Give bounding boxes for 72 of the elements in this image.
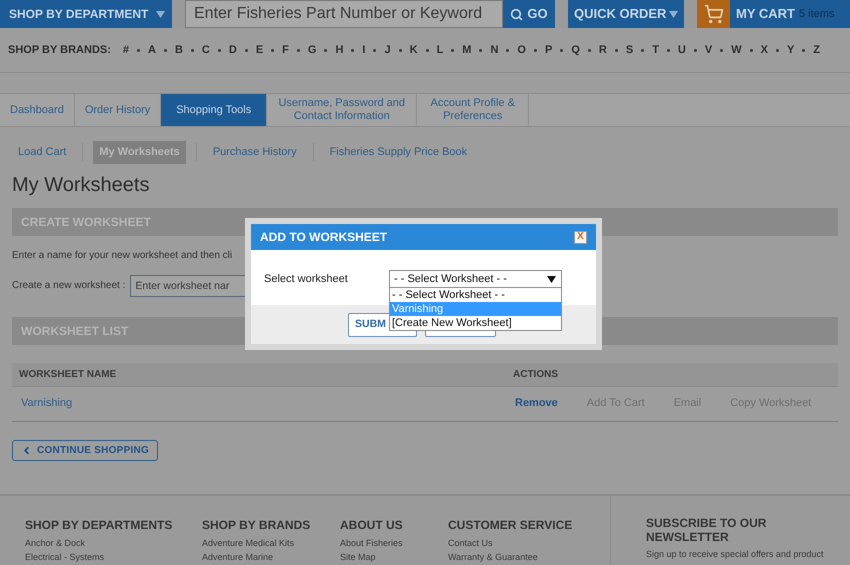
cart-icon: [697, 0, 730, 28]
cart-button[interactable]: MY CART 5 items: [697, 0, 850, 28]
account-tab[interactable]: Shopping Tools: [161, 94, 268, 126]
dropdown-option[interactable]: Varnishing: [390, 302, 561, 316]
department-menu[interactable]: SHOP BY DEPARTMENT: [0, 0, 172, 28]
brand-letter-link[interactable]: V: [702, 42, 714, 58]
search-icon: [510, 8, 524, 20]
account-tab[interactable]: Account Profile & Preferences: [417, 94, 530, 126]
brand-letter-link[interactable]: G: [306, 42, 318, 58]
brand-letter-link[interactable]: S: [624, 42, 636, 58]
field-label: Create a new worksheet :: [12, 279, 126, 293]
brand-letter-link[interactable]: P: [542, 42, 554, 58]
brand-letter-link[interactable]: X: [758, 42, 770, 58]
footer-link[interactable]: Adventure Marine: [202, 553, 340, 562]
brand-letter-link[interactable]: W: [729, 42, 744, 58]
caret-icon: [669, 10, 678, 18]
account-tab[interactable]: Dashboard: [0, 94, 75, 126]
footer-link[interactable]: About Fisheries: [340, 539, 448, 548]
page-title: My Worksheets: [12, 172, 150, 198]
brands-label: SHOP BY BRANDS:: [8, 42, 111, 58]
brand-letter-link[interactable]: D: [226, 42, 239, 58]
account-tab[interactable]: Username, Password and Contact Information: [267, 94, 418, 126]
footer-heading: SHOP BY BRANDS: [202, 517, 312, 534]
column-header: ACTIONS: [513, 368, 558, 382]
brand-letter-link[interactable]: R: [596, 42, 609, 58]
caret-icon: [156, 10, 166, 18]
cart-count: 5 items: [798, 6, 834, 22]
subnav-link[interactable]: Fisheries Supply Price Book: [324, 141, 474, 164]
footer-link[interactable]: Adventure Medical Kits: [202, 539, 340, 548]
brand-letter-link[interactable]: C: [200, 42, 212, 58]
brand-letter-link[interactable]: L: [434, 42, 446, 58]
action-link[interactable]: Remove: [515, 395, 558, 412]
subnav-link[interactable]: Load Cart: [12, 141, 72, 164]
go-button[interactable]: GO: [503, 0, 555, 28]
brand-letter-link[interactable]: U: [676, 42, 688, 58]
brand-letter-link[interactable]: A: [146, 42, 158, 58]
worksheet-link[interactable]: Varnishing: [21, 395, 515, 412]
brand-letter-link[interactable]: H: [333, 42, 346, 58]
brand-letter-link[interactable]: K: [408, 42, 420, 58]
cart-label: MY CART: [736, 5, 795, 24]
instructions-text: Enter a name for your new worksheet and then cli: [12, 248, 234, 262]
brand-letter-link[interactable]: Z: [811, 42, 822, 58]
brand-letter-link[interactable]: N: [488, 42, 500, 58]
column-header: WORKSHEET NAME: [19, 368, 118, 382]
brand-letter-link[interactable]: Q: [569, 42, 582, 58]
brand-letter-link[interactable]: I: [360, 42, 368, 58]
search-field[interactable]: Enter Fisheries Part Number or Keyword: [185, 0, 503, 28]
footer-link[interactable]: Electrical - Systems: [25, 553, 202, 562]
subnav-link[interactable]: Purchase History: [206, 141, 303, 164]
brand-letter-link[interactable]: F: [280, 42, 291, 58]
newsletter-heading: SUBSCRIBE TO OUR NEWSLETTER: [646, 516, 768, 544]
brand-letter-link[interactable]: #: [120, 42, 132, 58]
caret-icon: [547, 276, 556, 283]
footer-link[interactable]: Contact Us: [448, 539, 608, 548]
footer-link[interactable]: Site Map: [340, 553, 448, 562]
footer-heading: ABOUT US: [340, 517, 404, 534]
continue-shopping-button[interactable]: CONTINUE SHOPPING: [12, 440, 158, 460]
brand-letter-link[interactable]: Y: [784, 42, 796, 58]
brand-letter-link[interactable]: J: [382, 42, 393, 58]
brand-letter-link[interactable]: M: [460, 42, 474, 58]
footer-heading: SHOP BY DEPARTMENTS: [25, 517, 174, 534]
dropdown-option[interactable]: - - Select Worksheet - -: [390, 288, 561, 302]
footer-link[interactable]: Warranty & Guarantee: [448, 553, 608, 562]
brand-letter-link[interactable]: O: [515, 42, 528, 58]
brand-letter-link[interactable]: B: [172, 42, 185, 58]
quick-order-button[interactable]: QUICK ORDER: [568, 0, 684, 28]
footer-link[interactable]: Anchor & Dock: [25, 539, 202, 548]
newsletter-text: Sign up to receive special offers and product: [646, 548, 821, 561]
brand-letter-link[interactable]: T: [650, 42, 661, 58]
brand-letter-link[interactable]: E: [254, 42, 266, 58]
footer-heading: CUSTOMER SERVICE: [448, 517, 574, 534]
close-button[interactable]: X: [574, 230, 587, 244]
